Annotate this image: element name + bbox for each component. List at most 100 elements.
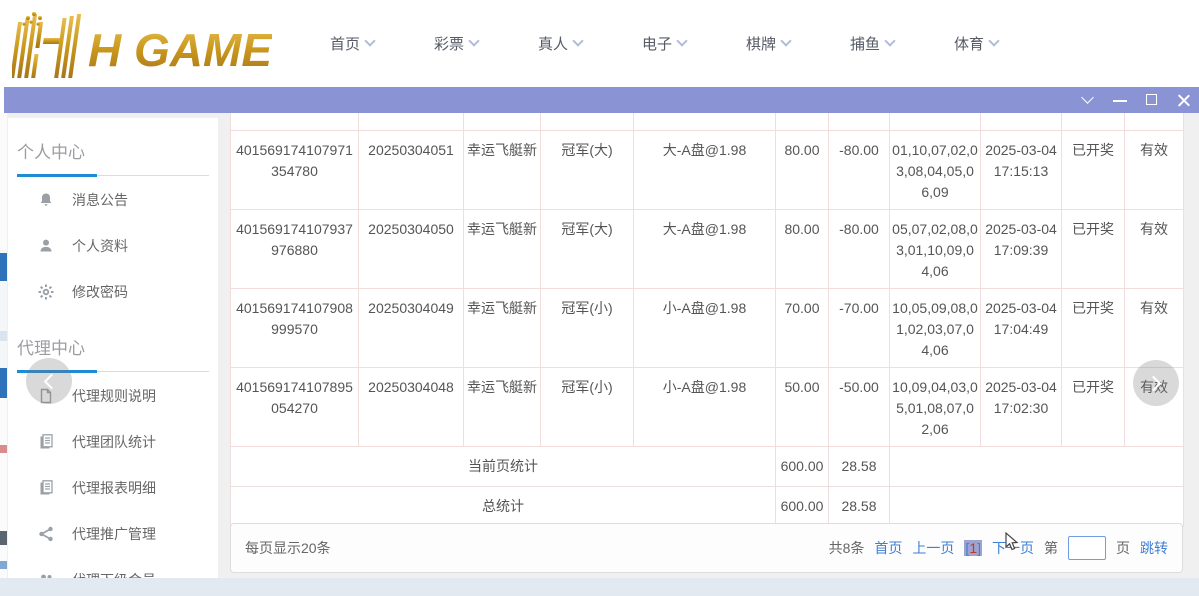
current-page-indicator: [1] [964, 540, 982, 556]
chevron-down-icon [364, 35, 375, 46]
sidebar-item-password[interactable]: 修改密码 [8, 270, 218, 314]
chevron-down-icon [572, 35, 583, 46]
table-row: 401569174107937976880 20250304050 幸运飞艇新 … [231, 209, 1184, 288]
nav-item-chess[interactable]: 棋牌 [716, 33, 820, 54]
sidebar-item-label: 代理规则说明 [72, 386, 156, 406]
brand-text: H GAME [88, 24, 272, 76]
cell-numbers: 05,07,02,08,03,01,10,09,04,06 [890, 209, 981, 288]
cell-time: 2025-03-04 17:15:13 [981, 130, 1062, 209]
cell-amount: 50.00 [776, 367, 829, 446]
sidebar-item-label: 个人资料 [72, 236, 128, 256]
chevron-down-icon [884, 35, 895, 46]
cell-time: 2025-03-04 17:09:39 [981, 209, 1062, 288]
table-row: 401569174107971354780 20250304051 幸运飞艇新 … [231, 130, 1184, 209]
cell-game: 幸运飞艇新 [464, 130, 541, 209]
chevron-down-icon [676, 35, 687, 46]
table-row: 401569174107895054270 20250304048 幸运飞艇新 … [231, 367, 1184, 446]
top-navbar: H GAME 首页 彩票 真人 电子 棋牌 捕鱼 体育 [0, 0, 1199, 86]
cell-content: 小-A盘@1.98 [634, 288, 776, 367]
cell-numbers: 10,05,09,08,01,02,03,07,04,06 [890, 288, 981, 367]
cell-game: 幸运飞艇新 [464, 367, 541, 446]
page-jump-input[interactable] [1068, 536, 1106, 560]
nav-item-fishing[interactable]: 捕鱼 [820, 33, 924, 54]
cell-status: 已开奖 [1062, 130, 1125, 209]
cell-numbers: 01,10,07,02,03,08,04,05,06,09 [890, 130, 981, 209]
cell-content: 大-A盘@1.98 [634, 209, 776, 288]
sidebar-collapse-button[interactable] [26, 358, 72, 404]
summary-result: 28.58 [829, 446, 890, 486]
sidebar-item-profile[interactable]: 个人资料 [8, 224, 218, 268]
cell-game: 幸运飞艇新 [464, 288, 541, 367]
collapse-icon[interactable] [1081, 93, 1095, 107]
cell-period: 20250304051 [359, 130, 464, 209]
clipboard-icon [38, 434, 54, 450]
cell-content: 大-A盘@1.98 [634, 130, 776, 209]
summary-label: 当前页统计 [231, 446, 776, 486]
user-icon [38, 238, 54, 254]
cell-time: 2025-03-04 17:02:30 [981, 367, 1062, 446]
chevron-down-icon [988, 35, 999, 46]
jump-label-post: 页 [1116, 538, 1130, 558]
maximize-icon[interactable] [1145, 93, 1159, 107]
cell-amount: 70.00 [776, 288, 829, 367]
first-page-link[interactable]: 首页 [874, 538, 902, 558]
cell-time: 2025-03-04 17:04:49 [981, 288, 1062, 367]
page-size-text: 每页显示20条 [245, 538, 331, 558]
gear-icon [38, 284, 54, 300]
chevron-down-icon [468, 35, 479, 46]
cell-game: 幸运飞艇新 [464, 209, 541, 288]
cell-amount: 80.00 [776, 209, 829, 288]
cell-numbers: 10,09,04,03,05,01,08,07,02,06 [890, 367, 981, 446]
panel-expand-button[interactable] [1133, 360, 1179, 406]
bets-table: 401569174107971354780 20250304051 幸运飞艇新 … [230, 113, 1184, 527]
clipboard-icon [38, 480, 54, 496]
close-icon[interactable] [1177, 93, 1191, 107]
cell-order: 401569174107908999570 [231, 288, 359, 367]
cell-result: -80.00 [829, 130, 890, 209]
nav-item-home[interactable]: 首页 [300, 33, 404, 54]
sidebar-item-agent-promo[interactable]: 代理推广管理 [8, 512, 218, 556]
sidebar-item-agent-team-stats[interactable]: 代理团队统计 [8, 420, 218, 464]
summary-result: 28.58 [829, 486, 890, 526]
nav-item-sports[interactable]: 体育 [924, 33, 1028, 54]
summary-row-current-page: 当前页统计 600.00 28.58 [231, 446, 1184, 486]
sidebar-item-messages[interactable]: 消息公告 [8, 178, 218, 222]
cell-status: 已开奖 [1062, 367, 1125, 446]
nav-item-slots[interactable]: 电子 [612, 33, 716, 54]
total-count-text: 共8条 [829, 538, 865, 558]
nav-item-live[interactable]: 真人 [508, 33, 612, 54]
chevron-down-icon [780, 35, 791, 46]
sidebar-item-agent-report[interactable]: 代理报表明细 [8, 466, 218, 510]
prev-page-link[interactable]: 上一页 [912, 538, 954, 558]
bottom-strip [0, 578, 1199, 596]
cell-period: 20250304048 [359, 367, 464, 446]
cell-valid: 有效 [1125, 130, 1184, 209]
cell-period: 20250304050 [359, 209, 464, 288]
cell-order: 401569174107937976880 [231, 209, 359, 288]
cell-valid: 有效 [1125, 288, 1184, 367]
chevron-right-icon [1146, 375, 1162, 391]
window-titlebar [4, 87, 1199, 113]
cell-status: 已开奖 [1062, 288, 1125, 367]
summary-row-total: 总统计 600.00 28.58 [231, 486, 1184, 526]
minimize-icon[interactable] [1113, 93, 1127, 107]
cell-period: 20250304049 [359, 288, 464, 367]
sidebar-item-label: 代理推广管理 [72, 524, 156, 544]
summary-amount: 600.00 [776, 486, 829, 526]
sidebar-item-label: 修改密码 [72, 282, 128, 302]
bell-icon [38, 192, 54, 208]
sidebar-item-label: 代理团队统计 [72, 432, 156, 452]
cell-order: 401569174107971354780 [231, 130, 359, 209]
table-row: 401569174107908999570 20250304049 幸运飞艇新 … [231, 288, 1184, 367]
app-window: H GAME 首页 彩票 真人 电子 棋牌 捕鱼 体育 [0, 0, 1199, 596]
cell-amount: 80.00 [776, 130, 829, 209]
sidebar-section-personal: 个人中心 [17, 138, 209, 176]
summary-amount: 600.00 [776, 446, 829, 486]
cell-result: -80.00 [829, 209, 890, 288]
nav-item-lottery[interactable]: 彩票 [404, 33, 508, 54]
cell-bet-type: 冠军(大) [541, 209, 634, 288]
cell-bet-type: 冠军(小) [541, 288, 634, 367]
jump-button[interactable]: 跳转 [1140, 538, 1168, 558]
cell-status: 已开奖 [1062, 209, 1125, 288]
brand-logo: H GAME [12, 8, 272, 80]
